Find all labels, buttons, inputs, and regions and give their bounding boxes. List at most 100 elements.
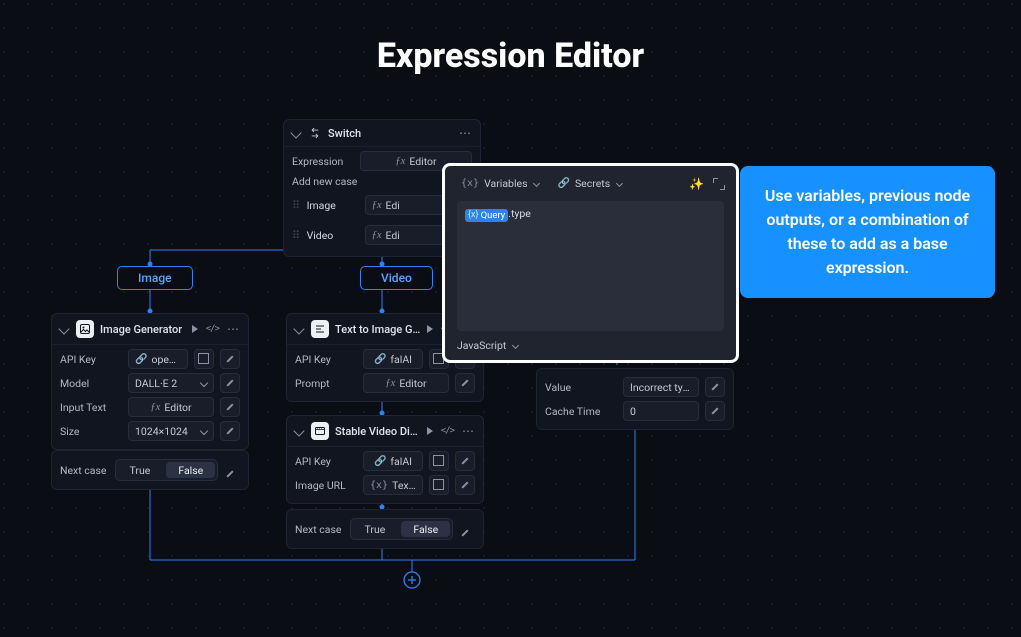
next-case-false[interactable]: False — [166, 462, 215, 478]
video-icon — [311, 422, 329, 440]
copy-button[interactable] — [429, 451, 449, 471]
link-icon: 🔗 — [374, 354, 386, 365]
branch-chip-image[interactable]: Image — [117, 266, 193, 290]
fx-icon: ƒx — [395, 156, 405, 167]
edit-button[interactable] — [220, 373, 240, 393]
edit-button[interactable] — [455, 475, 475, 495]
code-icon[interactable]: </> — [441, 426, 454, 436]
model-label: Model — [60, 377, 122, 390]
chevron-down-icon — [533, 180, 540, 187]
pencil-icon — [711, 407, 720, 416]
chevron-down-icon[interactable] — [290, 127, 301, 138]
variable-chip-query[interactable]: {x} Query — [465, 209, 508, 222]
fx-icon: ƒx — [372, 200, 382, 211]
play-icon[interactable] — [427, 427, 433, 435]
language-select[interactable]: JavaScript — [457, 339, 518, 352]
node-title: Text to Image Gen… — [335, 323, 421, 336]
page-title: Expression Editor — [0, 36, 1021, 76]
api-key-label: API Key — [295, 353, 357, 366]
stable-video-diffusion-node[interactable]: Stable Video Diffu… </> ⋯ API Key 🔗 falA… — [286, 415, 484, 504]
edit-button[interactable] — [705, 401, 725, 421]
next-case-toggle[interactable]: True False — [350, 518, 454, 540]
next-case-toggle[interactable]: True False — [115, 459, 219, 481]
variables-tab[interactable]: {x} Variables — [457, 174, 543, 193]
pencil-icon — [226, 355, 235, 364]
node-title: Stable Video Diffu… — [335, 425, 421, 438]
api-key-label: API Key — [295, 455, 357, 468]
pencil-icon — [711, 383, 720, 392]
text-to-image-icon — [311, 320, 329, 338]
branch-chip-video[interactable]: Video — [360, 266, 433, 290]
cache-time-field[interactable]: 0 — [623, 401, 699, 421]
pencil-icon — [226, 403, 235, 412]
node-title: Switch — [328, 127, 453, 140]
link-icon: 🔗 — [135, 354, 147, 365]
next-case-true[interactable]: True — [351, 519, 400, 539]
error-value-node[interactable]: Value Incorrect type for asset… Cache Ti… — [536, 368, 734, 430]
pencil-icon — [461, 481, 470, 490]
magic-wand-icon[interactable]: ✨ — [689, 177, 704, 191]
prompt-field[interactable]: ƒx Editor — [363, 373, 449, 393]
edit-button[interactable] — [220, 349, 240, 369]
api-key-field[interactable]: 🔗 openai — [128, 349, 188, 369]
link-icon: 🔗 — [557, 178, 569, 189]
api-key-field[interactable]: 🔗 falAI — [363, 349, 423, 369]
pencil-icon — [461, 457, 470, 466]
size-select[interactable]: 1024×1024 — [128, 421, 214, 441]
chevron-down-icon[interactable] — [58, 323, 69, 334]
expand-icon[interactable] — [714, 179, 724, 189]
copy-button[interactable] — [194, 349, 214, 369]
image-generator-node[interactable]: Image Generator </> ⋯ API Key 🔗 openai M… — [51, 313, 249, 450]
grip-icon[interactable]: ⠿ — [292, 199, 301, 212]
copy-button[interactable] — [429, 475, 449, 495]
chevron-down-icon[interactable] — [293, 425, 304, 436]
image-url-field[interactable]: {x} Text to Image … — [363, 475, 423, 495]
value-label: Value — [545, 381, 617, 394]
variable-icon: {x} — [468, 210, 479, 220]
expression-editor-popover[interactable]: {x} Variables 🔗 Secrets ✨ {x} Query .typ… — [442, 163, 739, 363]
variable-icon: {x} — [461, 178, 479, 189]
edit-button[interactable] — [705, 377, 725, 397]
fx-icon: ƒx — [385, 378, 395, 389]
secrets-tab[interactable]: 🔗 Secrets — [553, 174, 626, 193]
edit-button[interactable] — [220, 421, 240, 441]
value-field[interactable]: Incorrect type for asset… — [623, 377, 699, 397]
play-icon[interactable] — [192, 325, 198, 333]
copy-icon — [435, 457, 444, 466]
more-icon[interactable]: ⋯ — [227, 322, 240, 336]
more-icon[interactable]: ⋯ — [459, 126, 472, 140]
api-key-field[interactable]: 🔗 falAI — [363, 451, 423, 471]
next-case-node-video[interactable]: Next case True False — [286, 509, 484, 549]
pencil-icon — [461, 379, 470, 388]
copy-icon — [435, 481, 444, 490]
code-text: .type — [508, 207, 531, 220]
api-key-label: API Key — [60, 353, 122, 366]
expression-code-area[interactable]: {x} Query .type — [457, 201, 724, 331]
edit-button[interactable] — [455, 451, 475, 471]
input-text-label: Input Text — [60, 401, 122, 414]
image-url-label: Image URL — [295, 479, 357, 492]
edit-button[interactable] — [220, 397, 240, 417]
chevron-down-icon — [200, 427, 208, 435]
next-case-false[interactable]: False — [401, 521, 450, 537]
pencil-icon — [226, 427, 235, 436]
edit-button[interactable] — [455, 373, 475, 393]
play-icon[interactable] — [427, 325, 433, 333]
input-text-field[interactable]: ƒx Editor — [128, 397, 214, 417]
model-select[interactable]: DALL·E 2 — [128, 373, 214, 393]
prompt-label: Prompt — [295, 377, 357, 390]
fx-icon: ƒx — [372, 230, 382, 241]
code-icon[interactable]: </> — [206, 324, 219, 334]
next-case-node-image[interactable]: Next case True False — [51, 450, 249, 490]
link-icon: 🔗 — [374, 456, 386, 467]
more-icon[interactable]: ⋯ — [462, 424, 475, 438]
fx-icon: ƒx — [150, 402, 160, 413]
chevron-down-icon[interactable] — [293, 323, 304, 334]
grip-icon[interactable]: ⠿ — [292, 229, 301, 242]
add-case-label[interactable]: Add new case — [292, 175, 357, 188]
copy-icon — [200, 355, 209, 364]
chevron-down-icon — [616, 180, 623, 187]
chevron-down-icon — [200, 379, 208, 387]
next-case-label: Next case — [60, 464, 107, 477]
next-case-true[interactable]: True — [116, 460, 165, 480]
